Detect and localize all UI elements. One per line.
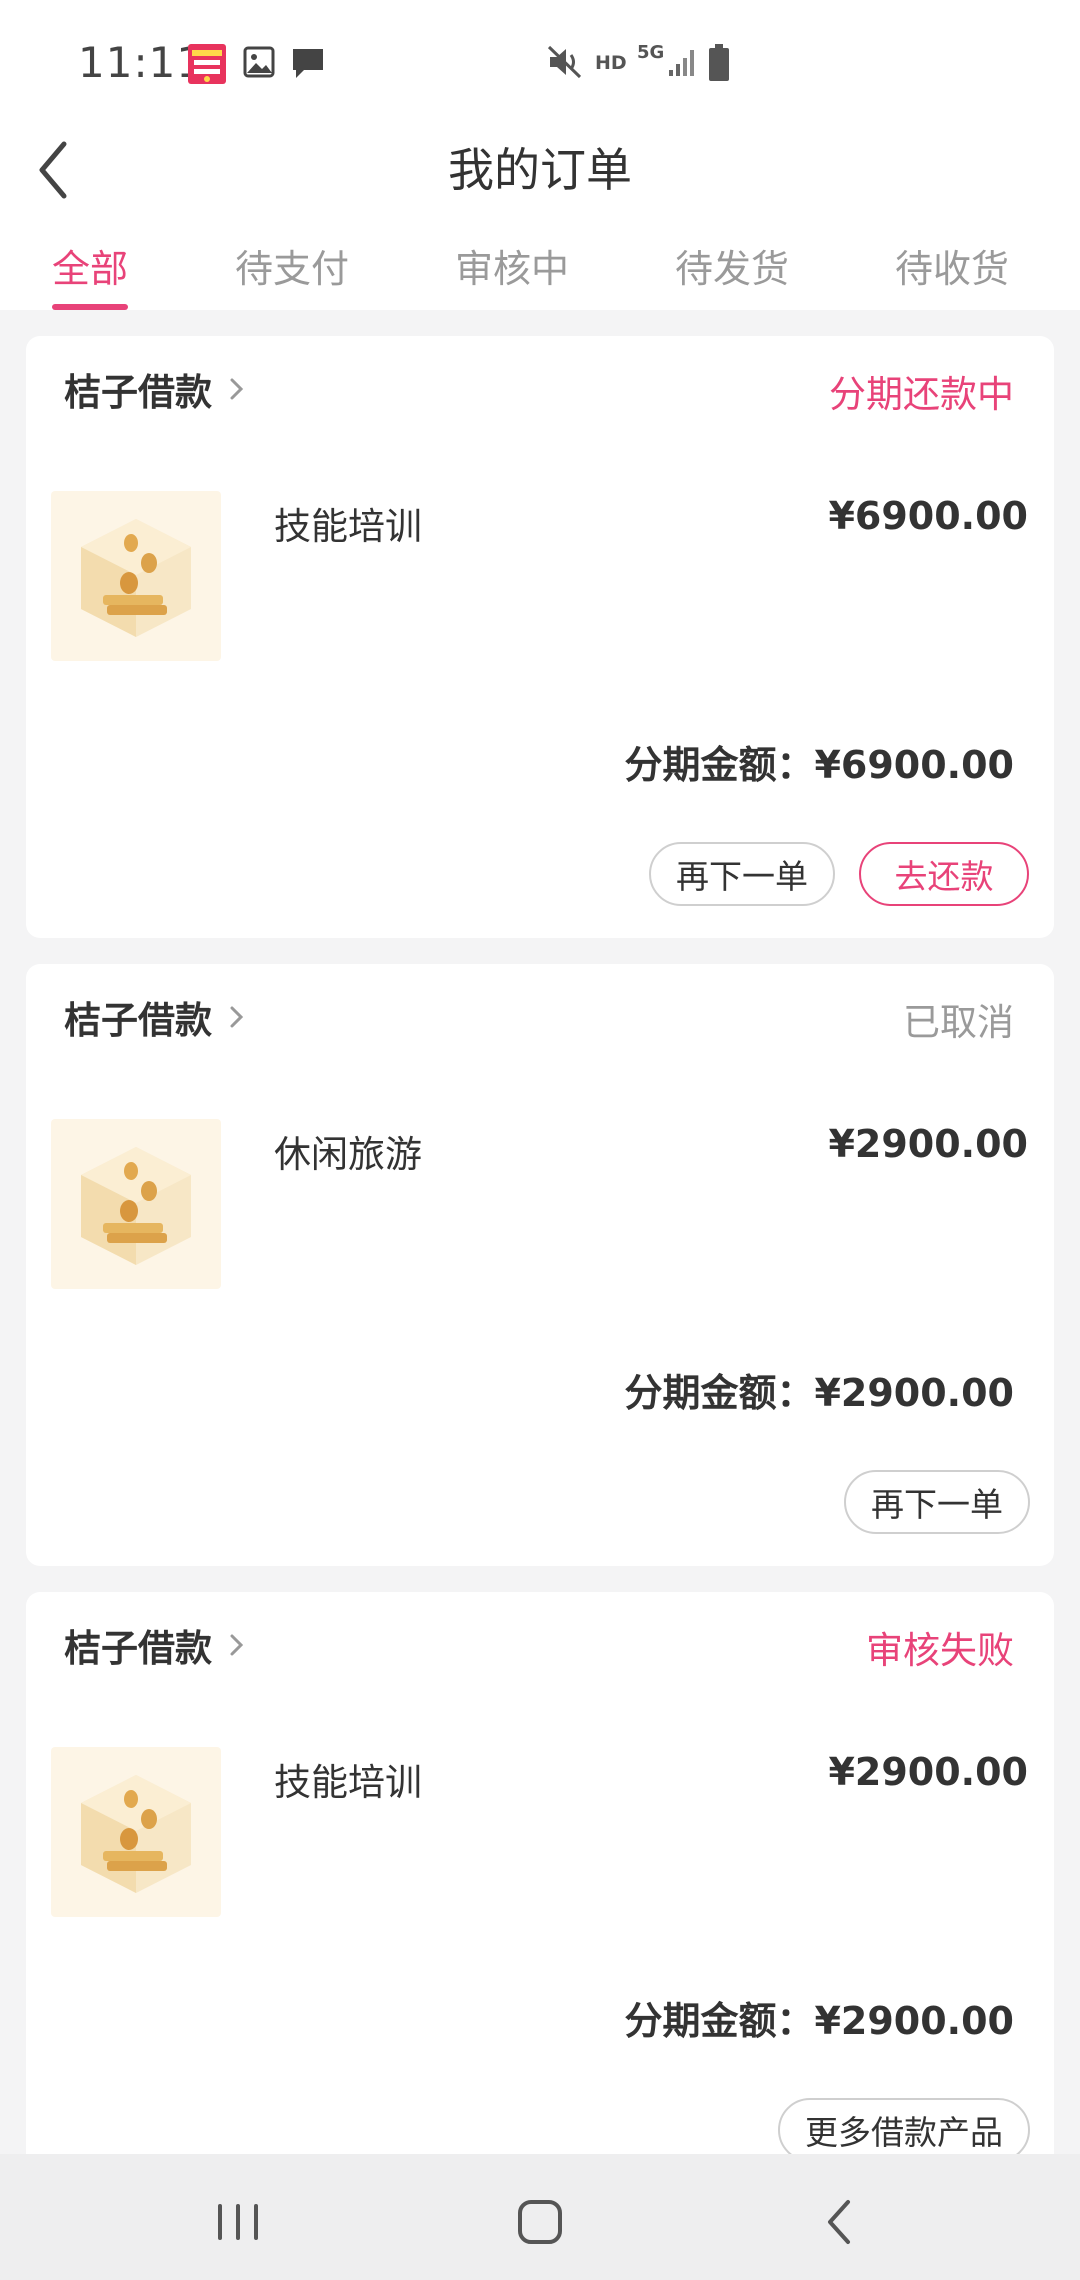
product-price: ¥2900.00 (828, 1750, 1028, 1794)
5g-icon: 5G (637, 42, 665, 63)
provider-link[interactable]: 桔子借款 (64, 990, 248, 1044)
product-name: 技能培训 (274, 505, 422, 548)
product-image (51, 1119, 221, 1289)
reorder-button[interactable]: 再下一单 (649, 842, 835, 906)
order-card[interactable]: 桔子借款 分期还款中 技能培训 ¥6900.00 分期金额：¥6900.00 再… (26, 336, 1054, 938)
tab-all[interactable]: 全部 (52, 238, 128, 310)
installment-amount: 分期金额：¥2900.00 (624, 1371, 1014, 1415)
product-name: 技能培训 (274, 1761, 422, 1804)
installment-amount: 分期金额：¥6900.00 (624, 743, 1014, 787)
hd-icon: HD (595, 52, 627, 74)
order-status: 审核失败 (866, 1629, 1014, 1672)
page-title: 我的订单 (448, 143, 632, 197)
order-card[interactable]: 桔子借款 已取消 休闲旅游 ¥2900.00 分期金额：¥2900.00 再下一… (26, 964, 1054, 1566)
product-price: ¥2900.00 (828, 1122, 1028, 1166)
coin-box-icon (81, 1147, 191, 1265)
provider-name: 桔子借款 (64, 999, 212, 1042)
home-icon[interactable] (510, 2192, 570, 2252)
tab-label: 全部 (52, 247, 129, 291)
mute-icon (547, 45, 582, 79)
reorder-button[interactable]: 再下一单 (844, 1470, 1030, 1534)
repay-button[interactable]: 去还款 (859, 842, 1029, 906)
provider-name: 桔子借款 (64, 1627, 212, 1670)
order-status: 已取消 (903, 1001, 1014, 1044)
recent-apps-icon[interactable] (208, 2192, 268, 2252)
order-status: 分期还款中 (829, 373, 1014, 416)
system-nav-bar (0, 2154, 1080, 2280)
tab-pending-receipt[interactable]: 待收货 (894, 238, 1010, 310)
app-notification-icon (188, 44, 226, 84)
tab-label: 待收货 (894, 247, 1009, 291)
tab-label: 待支付 (234, 247, 349, 291)
product-name: 休闲旅游 (274, 1133, 422, 1176)
chevron-right-icon (230, 1006, 244, 1028)
tab-pending-payment[interactable]: 待支付 (234, 238, 350, 310)
product-price: ¥6900.00 (828, 494, 1028, 538)
coin-box-icon (81, 519, 191, 637)
battery-icon (709, 44, 729, 81)
chevron-right-icon (230, 378, 244, 400)
tab-label: 待发货 (674, 247, 789, 291)
order-card[interactable]: 桔子借款 审核失败 技能培训 ¥2900.00 分期金额：¥2900.00 更多… (26, 1592, 1054, 2154)
tab-under-review[interactable]: 审核中 (454, 238, 570, 310)
order-list: 桔子借款 分期还款中 技能培训 ¥6900.00 分期金额：¥6900.00 再… (0, 310, 1080, 2154)
order-tabs: 全部 待支付 审核中 待发货 待收货 (0, 216, 1080, 310)
signal-icon (669, 50, 694, 76)
app-screen: 11:11 HD 5G 我的订单 全部 待支付 审核中 待发货 待收货 桔子借款… (0, 0, 1080, 2280)
product-image (51, 1747, 221, 1917)
status-bar: 11:11 HD 5G (0, 0, 1080, 120)
tab-pending-shipment[interactable]: 待发货 (674, 238, 790, 310)
provider-name: 桔子借款 (64, 371, 212, 414)
installment-amount: 分期金额：¥2900.00 (624, 1999, 1014, 2043)
image-icon (243, 46, 275, 78)
more-loan-products-button[interactable]: 更多借款产品 (778, 2098, 1030, 2154)
provider-link[interactable]: 桔子借款 (64, 362, 248, 416)
tab-label: 审核中 (454, 247, 569, 291)
provider-link[interactable]: 桔子借款 (64, 1618, 248, 1672)
message-icon (293, 49, 323, 78)
status-time: 11:11 (78, 38, 205, 87)
product-image (51, 491, 221, 661)
chevron-right-icon (230, 1634, 244, 1656)
coin-box-icon (81, 1775, 191, 1893)
back-icon[interactable] (812, 2192, 872, 2252)
header: 我的订单 (0, 120, 1080, 216)
